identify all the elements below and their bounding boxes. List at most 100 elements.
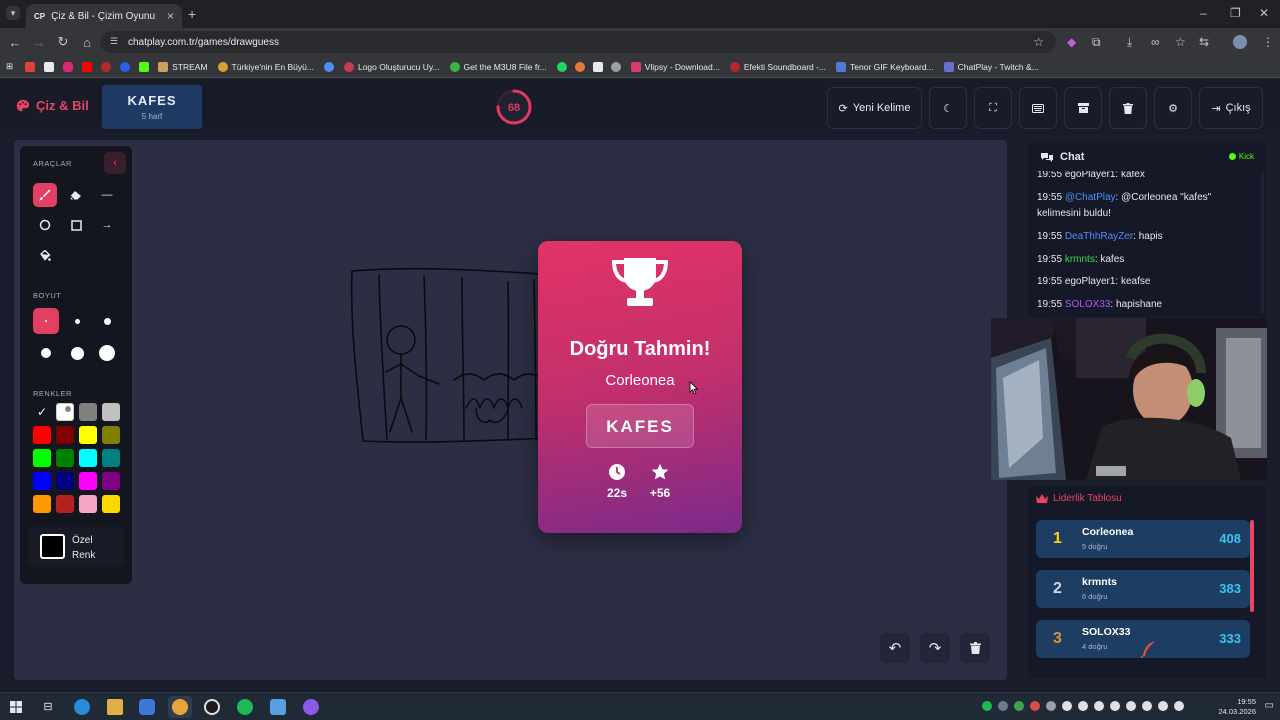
color-swatch[interactable] xyxy=(79,472,97,490)
tray-icon[interactable] xyxy=(1078,701,1088,711)
back-icon[interactable]: ← xyxy=(3,35,27,50)
collapse-panel-button[interactable]: ‹ xyxy=(104,152,126,174)
x-icon[interactable] xyxy=(44,61,55,72)
pinterest-icon[interactable] xyxy=(101,61,112,72)
msg-user[interactable]: krmnts xyxy=(1065,254,1095,265)
explorer-taskbar-icon[interactable] xyxy=(107,699,123,715)
notification-icon[interactable]: ▭ xyxy=(1265,700,1274,711)
edge-taskbar-icon[interactable] xyxy=(74,699,90,715)
new-tab-icon[interactable]: + xyxy=(188,6,196,22)
custom-color-swatch[interactable] xyxy=(40,534,65,559)
rectangle-tool[interactable] xyxy=(64,213,88,237)
home-icon[interactable]: ⌂ xyxy=(75,35,99,50)
spotify-taskbar-icon[interactable] xyxy=(237,699,253,715)
tray-icon[interactable] xyxy=(982,701,992,711)
size-5-button[interactable] xyxy=(64,340,90,366)
profile-avatar[interactable] xyxy=(1233,35,1247,49)
restore-icon[interactable]: ❐ xyxy=(1230,6,1241,20)
color-swatch[interactable] xyxy=(79,449,97,467)
extension-icon[interactable]: ◆ xyxy=(1067,35,1076,49)
youtube-icon[interactable] xyxy=(82,61,93,72)
gmail-icon[interactable] xyxy=(25,61,36,72)
bookmark-site-icon[interactable] xyxy=(120,61,131,72)
address-bar[interactable]: ☰ chatplay.com.tr/games/drawguess ☆ xyxy=(100,31,1056,53)
msg-user[interactable]: @ChatPlay xyxy=(1065,192,1116,203)
system-clock[interactable]: 19:55 24.03.2026 xyxy=(1218,697,1256,717)
size-3-button[interactable] xyxy=(94,308,120,334)
reload-icon[interactable]: ↻ xyxy=(51,34,75,50)
color-swatch[interactable] xyxy=(102,426,120,444)
color-swatch[interactable] xyxy=(56,495,74,513)
color-swatch[interactable] xyxy=(79,403,97,421)
color-swatch[interactable] xyxy=(102,495,120,513)
apps-grid-icon[interactable]: ⊞ xyxy=(6,61,13,72)
drawing-canvas[interactable] xyxy=(14,140,1007,680)
site-icon[interactable] xyxy=(592,61,603,72)
browser-tab[interactable]: CP Çiz & Bil - Çizim Oyunu × xyxy=(26,4,182,28)
msg-user[interactable]: SOLOX33 xyxy=(1065,299,1111,310)
task-view-icon[interactable]: ⊟ xyxy=(40,699,56,715)
color-swatch[interactable] xyxy=(56,426,74,444)
size-2-button[interactable] xyxy=(64,308,90,334)
minimize-icon[interactable]: – xyxy=(1200,6,1207,20)
eraser-tool[interactable] xyxy=(64,183,88,207)
extensions-puzzle-icon[interactable]: ⧉ xyxy=(1092,35,1101,50)
chat-messages[interactable]: 19:55 egoPlayer1: kafex 19:55 @ChatPlay:… xyxy=(1028,171,1266,317)
color-swatch[interactable] xyxy=(102,449,120,467)
chrome-taskbar-icon[interactable] xyxy=(172,699,188,715)
clear-button[interactable] xyxy=(1109,87,1147,129)
color-swatch[interactable] xyxy=(102,403,120,421)
tray-icon[interactable] xyxy=(998,701,1008,711)
site-info-icon[interactable]: ☰ xyxy=(110,36,118,47)
size-6-button[interactable] xyxy=(94,340,120,366)
forward-icon[interactable]: → xyxy=(27,35,51,50)
bookmark-item[interactable]: Tenor GIF Keyboard... xyxy=(836,61,934,72)
tray-icon[interactable] xyxy=(1030,701,1040,711)
tray-icon[interactable] xyxy=(1014,701,1024,711)
bookmark-item[interactable]: Türkiye'nin En Büyü... xyxy=(217,61,314,72)
keyboard-button[interactable] xyxy=(1019,87,1057,129)
fill-tool[interactable] xyxy=(33,244,57,268)
bookmark-item[interactable]: Efekti Soundboard -... xyxy=(729,61,826,72)
kick-icon[interactable] xyxy=(139,61,150,72)
site-icon[interactable] xyxy=(574,61,585,72)
brush-tool[interactable] xyxy=(33,183,57,207)
whatsapp-icon[interactable] xyxy=(556,61,567,72)
bookmark-item[interactable]: Vlipsy - Download... xyxy=(630,61,720,72)
leaderboard-scrollbar[interactable] xyxy=(1250,520,1254,612)
tray-icon[interactable] xyxy=(1126,701,1136,711)
color-swatch[interactable] xyxy=(79,426,97,444)
instagram-icon[interactable] xyxy=(63,61,74,72)
bookmark-item[interactable]: Logo Oluşturucu Uy... xyxy=(343,61,440,72)
fullscreen-button[interactable]: ⛶ xyxy=(974,87,1012,129)
settings-button[interactable]: ⚙ xyxy=(1154,87,1192,129)
msg-user[interactable]: egoPlayer1 xyxy=(1065,276,1116,287)
menu-icon[interactable]: ⋮ xyxy=(1262,35,1274,49)
color-swatch[interactable] xyxy=(33,426,51,444)
color-swatch[interactable]: ✓ xyxy=(33,403,51,421)
bookmark-item[interactable]: ChatPlay - Twitch &... xyxy=(943,61,1039,72)
color-swatch[interactable] xyxy=(102,472,120,490)
arrow-tool[interactable]: → xyxy=(95,213,119,237)
tray-icon[interactable] xyxy=(1062,701,1072,711)
archive-button[interactable] xyxy=(1064,87,1102,129)
windows-start-icon[interactable] xyxy=(10,701,22,713)
bookmark-star-icon[interactable]: ☆ xyxy=(1033,35,1044,49)
download-icon[interactable]: ⤓ xyxy=(1127,35,1132,50)
new-word-button[interactable]: ⟳ Yeni Kelime xyxy=(827,87,922,129)
link-icon[interactable]: ∞ xyxy=(1151,35,1160,49)
color-swatch[interactable] xyxy=(56,403,74,421)
tray-icon[interactable] xyxy=(1142,701,1152,711)
tray-icon[interactable] xyxy=(1158,701,1168,711)
site-icon[interactable] xyxy=(610,61,621,72)
custom-color-picker[interactable]: Özel Renk xyxy=(28,527,124,567)
color-swatch[interactable] xyxy=(33,472,51,490)
color-swatch[interactable] xyxy=(56,472,74,490)
msg-user[interactable]: DeaThhRayZer xyxy=(1065,231,1133,242)
circle-tool[interactable] xyxy=(33,213,57,237)
color-swatch[interactable] xyxy=(56,449,74,467)
bookmark-item[interactable]: Get the M3U8 File fr... xyxy=(449,61,547,72)
clear-canvas-button[interactable] xyxy=(960,633,990,663)
color-swatch[interactable] xyxy=(79,495,97,513)
redo-button[interactable]: ↷ xyxy=(920,633,950,663)
